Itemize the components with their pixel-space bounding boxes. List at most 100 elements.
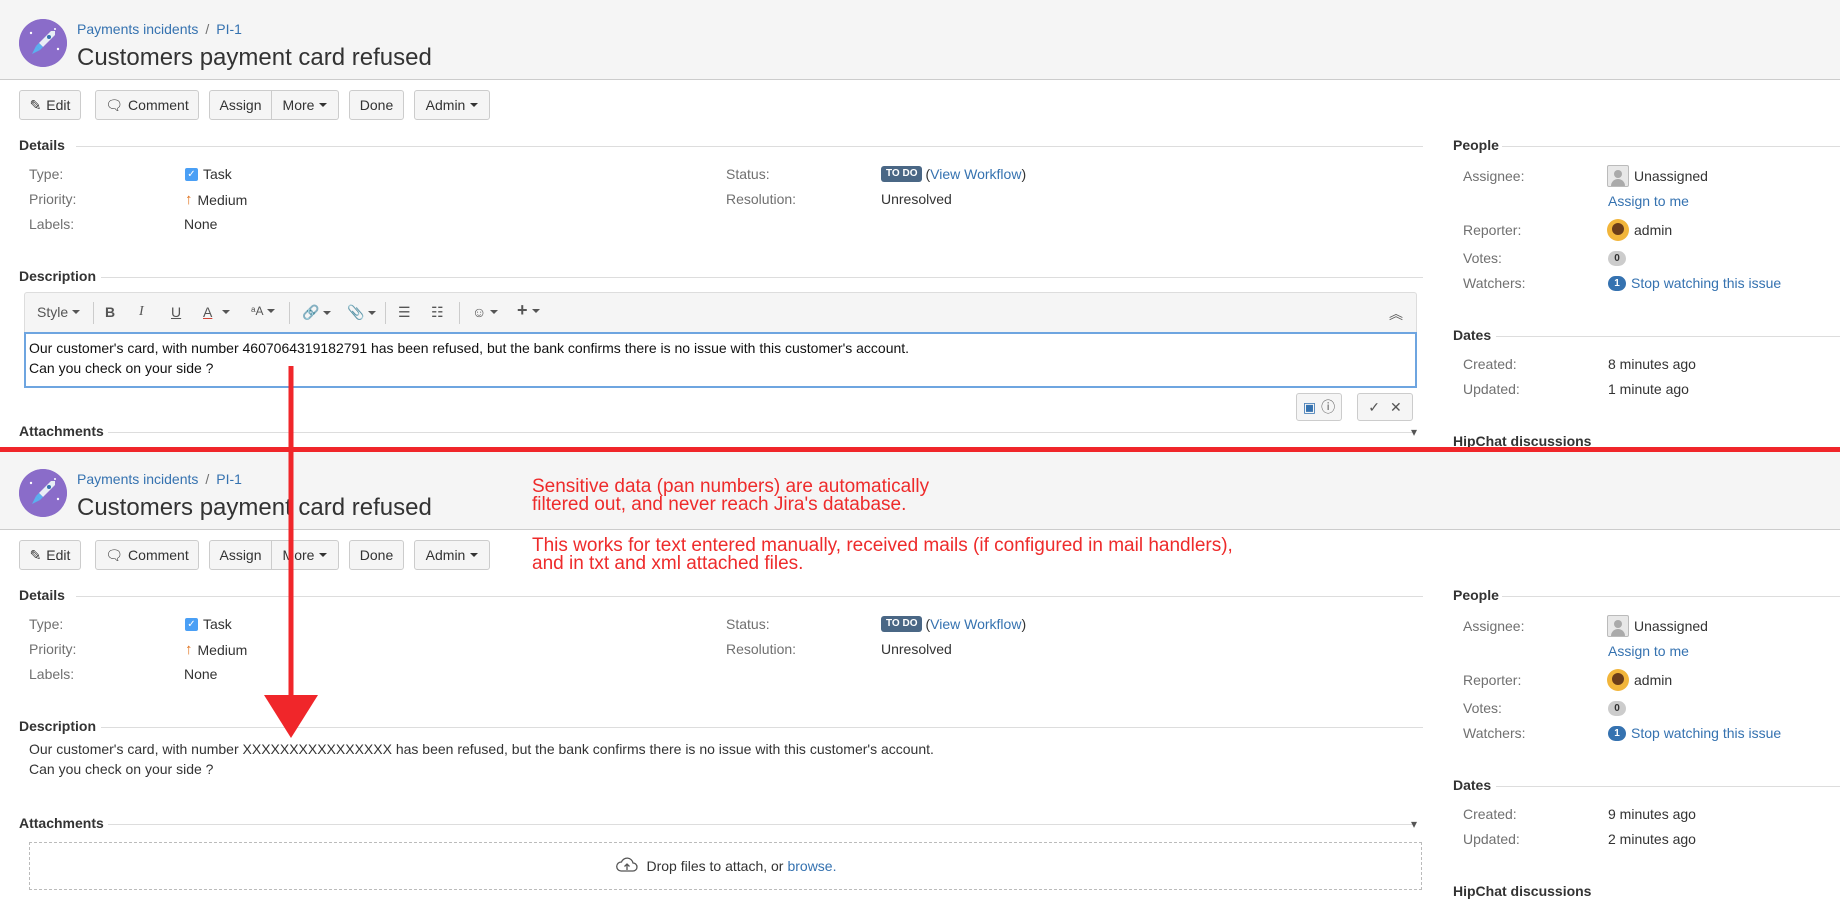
toolbar-divider xyxy=(459,302,460,324)
browse-link[interactable]: browse. xyxy=(787,858,836,874)
status-value: TO DO(View Workflow) xyxy=(881,616,1026,632)
comment-button[interactable]: 🗨 Comment xyxy=(95,540,199,570)
comment-button[interactable]: 🗨 Comment xyxy=(95,90,199,120)
type-value-text: Task xyxy=(203,616,232,632)
done-button-label: Done xyxy=(359,97,394,113)
assignee-value: Unassigned xyxy=(1607,165,1708,187)
edit-button[interactable]: ✎ Edit xyxy=(19,540,81,570)
page-title: Customers payment card refused xyxy=(77,494,432,521)
attachment-dropdown[interactable]: 📎 xyxy=(347,304,377,321)
bold-button[interactable]: B xyxy=(105,304,115,320)
annotation-line-4: and in txt and xml attached files. xyxy=(532,553,804,574)
assign-to-me-link[interactable]: Assign to me xyxy=(1608,643,1689,659)
assignee-value-text: Unassigned xyxy=(1634,618,1708,634)
votes-value[interactable]: 0 xyxy=(1608,251,1626,266)
created-value: 9 minutes ago xyxy=(1608,806,1696,822)
breadcrumb: Payments incidents / PI-1 xyxy=(77,21,242,37)
status-lozenge: TO DO xyxy=(881,616,923,632)
breadcrumb-separator: / xyxy=(205,471,210,487)
stop-watching-link[interactable]: Stop watching this issue xyxy=(1631,725,1781,741)
resolution-value: Unresolved xyxy=(881,191,952,207)
breadcrumb-project-link[interactable]: Payments incidents xyxy=(77,471,198,487)
description-editor-textarea[interactable]: Our customer's card, with number 4607064… xyxy=(24,332,1417,388)
description-line-1: Our customer's card, with number XXXXXXX… xyxy=(29,741,934,757)
details-heading: Details xyxy=(19,587,65,603)
breadcrumb-separator: / xyxy=(205,21,210,37)
help-icon[interactable]: ⓘ xyxy=(1321,397,1335,417)
breadcrumb-issue-key-link[interactable]: PI-1 xyxy=(216,21,242,37)
more-dropdown[interactable]: More xyxy=(272,90,339,120)
votes-value[interactable]: 0 xyxy=(1608,701,1626,716)
admin-dropdown-label: Admin xyxy=(425,547,466,563)
underline-button[interactable]: U xyxy=(171,304,181,320)
reporter-value[interactable]: admin xyxy=(1607,219,1672,241)
paperclip-icon: 📎 xyxy=(347,304,365,320)
priority-value-text: Medium xyxy=(197,641,248,658)
watchers-value: 1 Stop watching this issue xyxy=(1608,275,1781,291)
numbered-list-button[interactable]: ☷ xyxy=(431,304,444,321)
type-value-text: Task xyxy=(203,166,232,182)
more-dropdown-label: More xyxy=(282,97,315,113)
assignee-label: Assignee: xyxy=(1463,168,1525,184)
hipchat-heading: HipChat discussions xyxy=(1453,883,1592,899)
link-icon: 🔗 xyxy=(302,304,320,320)
annotation-text-1: Sensitive data (pan numbers) are automat… xyxy=(532,477,929,514)
view-workflow-link[interactable]: View Workflow xyxy=(930,616,1021,632)
project-avatar-rocket-icon[interactable] xyxy=(19,19,67,67)
divider-red-line xyxy=(0,447,1840,452)
edit-button[interactable]: ✎ Edit xyxy=(19,90,81,120)
done-button[interactable]: Done xyxy=(349,90,404,120)
chevron-down-icon xyxy=(470,103,479,107)
insert-more-dropdown[interactable]: + xyxy=(517,300,540,321)
arrow-up-icon: ↑ xyxy=(185,641,193,658)
watchers-label: Watchers: xyxy=(1463,725,1526,741)
project-avatar-rocket-icon[interactable] xyxy=(19,469,67,517)
visual-mode-icon[interactable]: ▣ xyxy=(1303,399,1316,416)
attachments-options-chevron-icon[interactable]: ▾ xyxy=(1411,425,1417,439)
admin-dropdown-label: Admin xyxy=(425,97,466,113)
collapse-toolbar-button[interactable]: ︽ xyxy=(1389,304,1403,324)
style-dropdown[interactable]: Style xyxy=(37,304,81,320)
save-check-icon[interactable]: ✓ xyxy=(1368,399,1380,416)
breadcrumb-issue-key-link[interactable]: PI-1 xyxy=(216,471,242,487)
labels-value: None xyxy=(184,216,218,232)
editor-mode-help-group: ▣ ⓘ xyxy=(1296,393,1342,421)
italic-button[interactable]: I xyxy=(139,304,144,320)
stop-watching-link[interactable]: Stop watching this issue xyxy=(1631,275,1781,291)
admin-dropdown[interactable]: Admin xyxy=(414,90,490,120)
view-workflow-link[interactable]: View Workflow xyxy=(930,166,1021,182)
more-dropdown-label: More xyxy=(282,547,315,563)
chevron-up-double-icon: ︽ xyxy=(1389,306,1403,322)
attachments-options-chevron-icon[interactable]: ▾ xyxy=(1411,817,1417,831)
breadcrumb-project-link[interactable]: Payments incidents xyxy=(77,21,198,37)
reporter-value[interactable]: admin xyxy=(1607,669,1672,691)
bullet-list-icon: ☰ xyxy=(398,304,411,320)
done-button[interactable]: Done xyxy=(349,540,404,570)
watchers-label: Watchers: xyxy=(1463,275,1526,291)
admin-avatar-icon xyxy=(1607,669,1629,691)
link-dropdown[interactable]: 🔗 xyxy=(302,304,332,321)
attachment-dropzone[interactable]: Drop files to attach, or browse. xyxy=(29,842,1422,890)
assignee-value: Unassigned xyxy=(1607,615,1708,637)
assign-button[interactable]: Assign xyxy=(209,90,272,120)
admin-dropdown[interactable]: Admin xyxy=(414,540,490,570)
description-text[interactable]: Our customer's card, with number XXXXXXX… xyxy=(29,739,1409,779)
emoticon-dropdown[interactable]: ☺ xyxy=(472,304,499,320)
bullet-list-button[interactable]: ☰ xyxy=(398,304,411,321)
text-size-dropdown[interactable]: ᵃA xyxy=(251,304,276,318)
more-dropdown[interactable]: More xyxy=(272,540,339,570)
assignee-value-text: Unassigned xyxy=(1634,168,1708,184)
resolution-label: Resolution: xyxy=(726,641,797,657)
assign-to-me-link[interactable]: Assign to me xyxy=(1608,193,1689,209)
cancel-close-icon[interactable]: ✕ xyxy=(1390,399,1402,416)
assign-button[interactable]: Assign xyxy=(209,540,272,570)
votes-count-badge: 0 xyxy=(1608,251,1626,266)
text-color-button[interactable]: A xyxy=(203,304,231,320)
unassigned-avatar-icon xyxy=(1607,615,1629,637)
type-value: ✓ Task xyxy=(185,616,232,632)
priority-value-text: Medium xyxy=(197,191,248,208)
edit-button-label: Edit xyxy=(46,97,71,113)
priority-label: Priority: xyxy=(29,641,77,657)
status-label: Status: xyxy=(726,616,770,632)
toolbar-divider xyxy=(93,302,94,324)
